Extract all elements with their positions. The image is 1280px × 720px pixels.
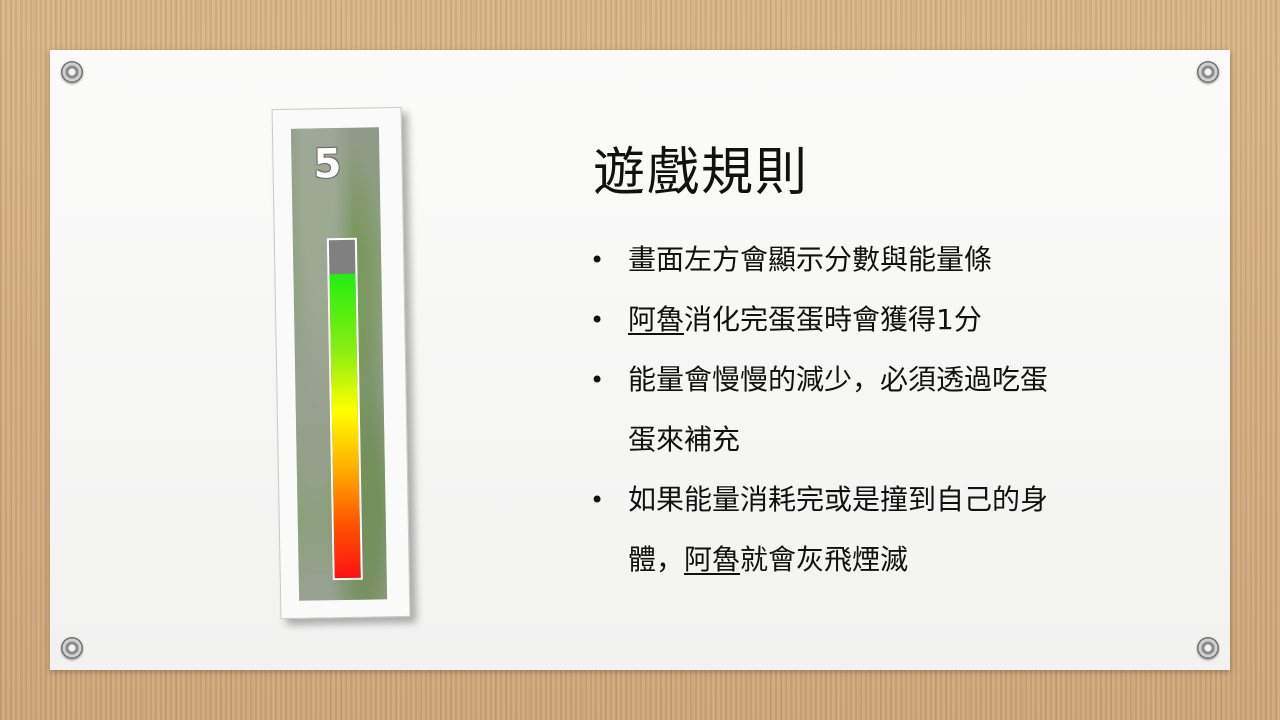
slide-title: 遊戲規則 — [593, 143, 810, 203]
rule-text: 消化完蛋蛋時會獲得1分 — [684, 303, 982, 336]
rule-keyword: 阿魯 — [628, 303, 685, 336]
pushpin-icon — [61, 61, 83, 83]
score-display: 5 — [313, 140, 342, 188]
rule-item: • 如果能量消耗完或是撞到自己的身體，阿魯就會灰飛煙滅 — [590, 470, 1068, 590]
rule-item: • 能量會慢慢的減少，必須透過吃蛋蛋來補充 — [590, 350, 1068, 470]
rule-text: 能量會慢慢的減少，必須透過吃蛋蛋來補充 — [628, 363, 1049, 456]
pushpin-icon — [61, 637, 83, 659]
rule-item: • 阿魯消化完蛋蛋時會獲得1分 — [590, 290, 1068, 350]
game-screenshot: 5 — [290, 127, 388, 601]
slide-card: 5 遊戲規則 • 畫面左方會顯示分數與能量條 • 阿魯消化完蛋蛋時會獲得1分 • 能量會慢… — [50, 50, 1230, 670]
game-screenshot-frame: 5 — [271, 106, 411, 620]
rule-keyword: 阿魯 — [684, 543, 741, 576]
rule-text: 就會灰飛煙滅 — [740, 543, 909, 576]
bullet-icon: • — [590, 306, 605, 334]
bullet-icon: • — [590, 246, 605, 274]
pushpin-icon — [1197, 637, 1219, 659]
energy-bar — [326, 237, 363, 581]
rule-text: 畫面左方會顯示分數與能量條 — [628, 243, 993, 276]
rules-list: • 畫面左方會顯示分數與能量條 • 阿魯消化完蛋蛋時會獲得1分 • 能量會慢慢的減少，必須… — [590, 230, 1110, 590]
rule-item: • 畫面左方會顯示分數與能量條 — [590, 230, 1068, 290]
bullet-icon: • — [590, 486, 605, 514]
pushpin-icon — [1197, 61, 1219, 83]
energy-bar-fill — [329, 273, 361, 579]
bullet-icon: • — [590, 366, 605, 394]
